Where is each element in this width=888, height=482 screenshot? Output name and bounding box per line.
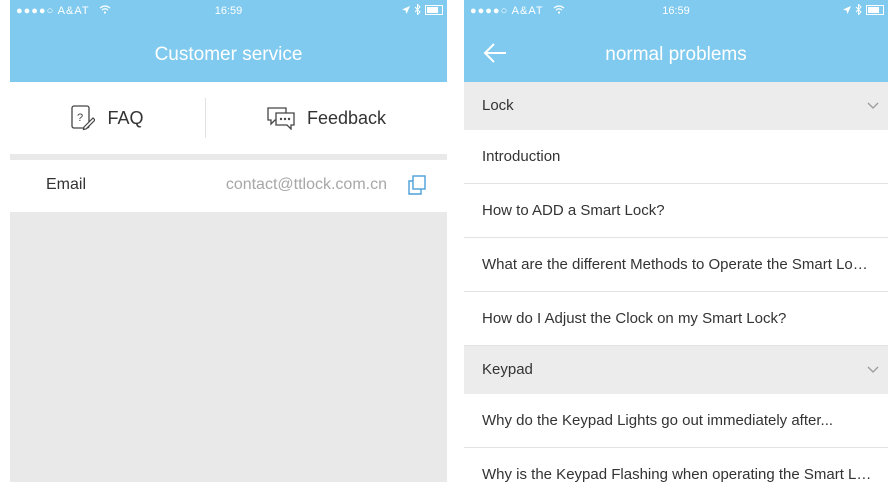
feedback-label: Feedback [306, 107, 387, 128]
customer-service-screen: ●●●●○ A&AT 16:59 Customer service ? FAQ … [10, 0, 447, 482]
email-row: Email contact@ttlock.com.cn [10, 160, 447, 212]
list-item[interactable]: Introduction [464, 130, 888, 184]
service-options-bar: ? FAQ Feedback [10, 82, 447, 154]
page-title: normal problems [605, 44, 747, 65]
header-bar: ●●●●○ A&AT 16:59 normal problems [464, 0, 888, 82]
chevron-down-icon [867, 366, 879, 373]
email-label: Email [46, 176, 87, 193]
bluetooth-icon [855, 4, 862, 15]
faq-icon: ? [71, 105, 96, 131]
list-item-label: How do I Adjust the Clock on my Smart Lo… [482, 310, 787, 327]
feedback-icon [267, 107, 295, 130]
status-bar: ●●●●○ A&AT 16:59 [464, 0, 888, 24]
list-item[interactable]: What are the different Methods to Operat… [464, 238, 888, 292]
list-item-label: Why do the Keypad Lights go out immediat… [482, 412, 834, 429]
list-item-label: Introduction [482, 148, 561, 165]
location-arrow-icon [402, 5, 410, 14]
list-item[interactable]: How to ADD a Smart Lock? [464, 184, 888, 238]
faq-list: Lock Introduction How to ADD a Smart Loc… [464, 82, 888, 482]
list-item[interactable]: How do I Adjust the Clock on my Smart Lo… [464, 292, 888, 346]
list-item[interactable]: Why is the Keypad Flashing when operatin… [464, 448, 888, 482]
feedback-button[interactable]: Feedback [206, 82, 447, 154]
battery-icon [866, 4, 884, 15]
header-bar: ●●●●○ A&AT 16:59 Customer service [10, 0, 447, 82]
status-bar: ●●●●○ A&AT 16:59 [10, 0, 447, 24]
chevron-down-icon [867, 102, 879, 109]
copy-icon[interactable] [407, 175, 427, 195]
clock: 16:59 [662, 5, 690, 17]
section-label: Keypad [482, 361, 533, 378]
normal-problems-screen: ●●●●○ A&AT 16:59 normal problems Lock In… [464, 0, 888, 482]
list-item-label: Why is the Keypad Flashing when operatin… [482, 466, 874, 482]
section-label: Lock [482, 97, 514, 114]
faq-button[interactable]: ? FAQ [10, 82, 205, 154]
page-title: Customer service [154, 44, 303, 65]
section-header-lock[interactable]: Lock [464, 82, 888, 130]
list-item[interactable]: Why do the Keypad Lights go out immediat… [464, 394, 888, 448]
clock: 16:59 [214, 5, 243, 17]
bluetooth-icon [414, 4, 421, 15]
email-value[interactable]: contact@ttlock.com.cn [226, 176, 387, 194]
list-item-label: What are the different Methods to Operat… [482, 256, 874, 273]
battery-icon [425, 4, 443, 15]
list-item-label: How to ADD a Smart Lock? [482, 202, 665, 219]
location-arrow-icon [843, 5, 851, 14]
section-header-keypad[interactable]: Keypad [464, 346, 888, 394]
faq-label: FAQ [107, 107, 144, 128]
svg-text:?: ? [77, 112, 83, 124]
